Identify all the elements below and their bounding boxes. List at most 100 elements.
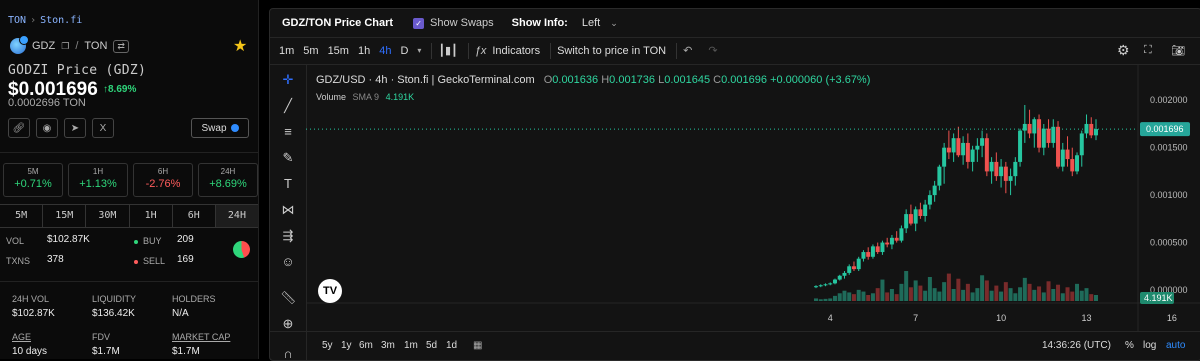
show-swaps-checkbox[interactable]: ✓ xyxy=(413,17,425,29)
volume-bar xyxy=(851,294,856,301)
text-icon[interactable]: T xyxy=(280,176,296,192)
discord-icon[interactable]: ◉ xyxy=(36,118,58,138)
volume-bar xyxy=(885,292,890,301)
trendline-icon[interactable]: ╱ xyxy=(280,98,296,114)
volume-bar xyxy=(828,298,833,301)
switch-currency-button[interactable]: Switch to price in TON xyxy=(557,45,666,57)
last-price-label: 0.001696 xyxy=(1146,124,1184,134)
swap-pair-icon[interactable]: ⇄ xyxy=(113,39,129,53)
candle-body xyxy=(1079,133,1084,156)
camera-icon[interactable]: 📷︎ xyxy=(1171,44,1185,57)
range-3m[interactable]: 3m xyxy=(381,340,395,351)
candle-body xyxy=(913,209,918,224)
tab-5m[interactable]: 5M xyxy=(0,205,44,227)
breadcrumb-root[interactable]: TON xyxy=(8,15,26,26)
x-tick-label: 7 xyxy=(913,313,918,323)
buy-sell-ratio-ring xyxy=(233,241,250,258)
range-bar: 5y 1y 6m 3m 1m 5d 1d ▦ 14:36:26 (UTC) % … xyxy=(270,331,1200,360)
volume-bar xyxy=(975,288,980,301)
telegram-icon[interactable]: ➤ xyxy=(64,118,86,138)
auto-toggle[interactable]: auto xyxy=(1166,340,1185,351)
volume-bar xyxy=(1032,289,1037,301)
candle-body xyxy=(1041,128,1046,148)
interval-5m[interactable]: 5m xyxy=(303,45,318,57)
copy-icon[interactable]: ❐ xyxy=(61,41,69,52)
forecast-icon[interactable]: ⇶ xyxy=(280,228,296,244)
candle-body xyxy=(851,266,856,270)
change-6h: 6H -2.76% xyxy=(133,163,193,197)
price-chart[interactable]: 0.0020000.0015000.0010000.0005000.000000… xyxy=(306,64,1200,331)
link-icon[interactable]: 🔗︎ xyxy=(8,118,30,138)
interval-4h[interactable]: 4h xyxy=(379,45,391,57)
indicators-button[interactable]: Indicators xyxy=(492,45,540,57)
candle-type-icon[interactable]: ┃▮┃ xyxy=(438,44,457,57)
log-toggle[interactable]: log xyxy=(1143,340,1156,351)
candle-body xyxy=(908,214,913,224)
show-info-select[interactable]: Left xyxy=(582,17,600,29)
volume-bar xyxy=(904,271,909,301)
candle-body xyxy=(875,246,880,253)
settings-gear-icon[interactable]: ⚙ xyxy=(1117,42,1130,59)
ruler-icon[interactable]: 📏︎ xyxy=(280,290,297,306)
tab-6h[interactable]: 6H xyxy=(173,205,216,227)
percent-toggle[interactable]: % xyxy=(1125,340,1134,351)
tab-15m[interactable]: 15M xyxy=(43,205,87,227)
candle-body xyxy=(1003,166,1008,181)
sell-label-text: SELL xyxy=(143,256,166,266)
tab-24h[interactable]: 24H xyxy=(215,205,259,227)
show-swaps-label[interactable]: Show Swaps xyxy=(430,17,494,29)
pattern-icon[interactable]: ⋈ xyxy=(280,202,296,218)
volume-bar xyxy=(842,290,847,301)
interval-1h[interactable]: 1h xyxy=(358,45,370,57)
candle-body xyxy=(1008,176,1013,181)
swap-button[interactable]: Swap xyxy=(191,118,249,138)
indicators-icon[interactable]: ƒx xyxy=(475,45,487,57)
volume-bar xyxy=(1027,283,1032,301)
calendar-icon[interactable]: ▦ xyxy=(473,340,482,351)
tab-1h[interactable]: 1H xyxy=(130,205,173,227)
candle-body xyxy=(861,252,866,259)
zoom-in-icon[interactable]: ⊕ xyxy=(280,316,296,332)
emoji-icon[interactable]: ☺ xyxy=(280,254,296,270)
range-1d[interactable]: 1d xyxy=(446,340,457,351)
interval-15m[interactable]: 15m xyxy=(328,45,349,57)
legend-open: 0.001636 xyxy=(552,74,599,86)
volume-bar xyxy=(870,293,875,301)
crosshair-icon[interactable]: ✛ xyxy=(280,72,296,88)
candle-body xyxy=(818,285,823,287)
undo-icon[interactable]: ↶ xyxy=(683,44,692,57)
volume-bar xyxy=(1060,293,1065,301)
x-twitter-icon[interactable]: X xyxy=(92,118,114,138)
fullscreen-icon[interactable]: ⛶ xyxy=(1144,44,1152,57)
candle-body xyxy=(1070,159,1075,172)
chevron-down-icon[interactable]: ⌄ xyxy=(610,18,618,29)
breadcrumb-current[interactable]: Ston.fi xyxy=(40,15,82,26)
interval-d[interactable]: D xyxy=(400,45,408,57)
range-1y[interactable]: 1y xyxy=(341,340,352,351)
interval-dropdown-icon[interactable]: ▾ xyxy=(417,46,421,55)
candle-body xyxy=(904,214,909,229)
candle-body xyxy=(823,284,828,286)
candle-body xyxy=(937,166,942,186)
range-1m[interactable]: 1m xyxy=(404,340,418,351)
volume-bar xyxy=(1065,287,1070,301)
range-5d[interactable]: 5d xyxy=(426,340,437,351)
favorite-star-icon[interactable]: ★ xyxy=(233,36,247,56)
age-label[interactable]: AGE xyxy=(12,332,31,342)
brush-icon[interactable]: ✎ xyxy=(280,150,296,166)
candle-body xyxy=(970,149,975,162)
redo-icon[interactable]: ↷ xyxy=(708,44,717,57)
interval-1m[interactable]: 1m xyxy=(279,45,294,57)
horizontal-lines-icon[interactable]: ≡ xyxy=(280,124,296,140)
tradingview-logo[interactable]: TV xyxy=(318,279,342,303)
range-6m[interactable]: 6m xyxy=(359,340,373,351)
volume-bar xyxy=(1051,289,1056,301)
volume-bar xyxy=(875,288,880,301)
tab-30m[interactable]: 30M xyxy=(86,205,130,227)
range-5y[interactable]: 5y xyxy=(322,340,333,351)
candle-body xyxy=(1037,119,1042,148)
utc-time[interactable]: 14:36:26 (UTC) xyxy=(1042,340,1111,351)
volume-bar xyxy=(970,292,975,301)
candle-body xyxy=(942,147,947,167)
market-cap-label[interactable]: MARKET CAP xyxy=(172,332,230,342)
